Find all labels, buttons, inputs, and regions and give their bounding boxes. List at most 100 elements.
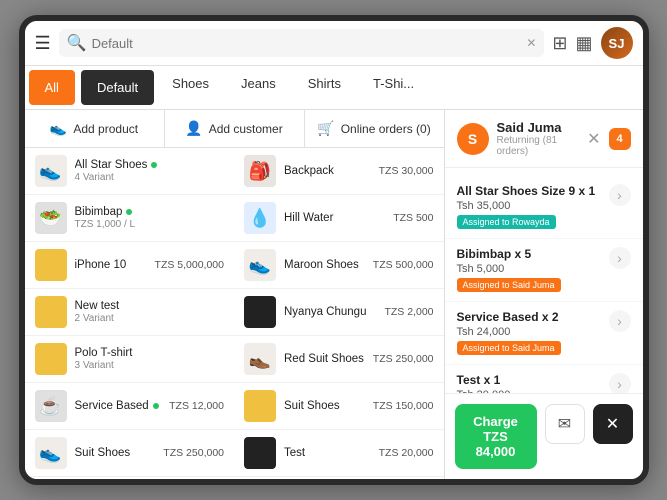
product-name: Hill Water	[284, 212, 385, 224]
product-thumbnail: 🎒	[244, 155, 276, 187]
category-shirts[interactable]: Shirts	[292, 66, 357, 109]
user-avatar[interactable]: SJ	[601, 27, 633, 59]
product-meta: 4 Variant	[75, 172, 225, 183]
item-remove-button[interactable]: ›	[609, 310, 631, 332]
product-item[interactable]: Polo T-shirt 3 Variant	[25, 336, 235, 383]
item-remove-button[interactable]: ›	[609, 373, 631, 393]
search-icon: 🔍	[67, 33, 87, 53]
product-info: Suit Shoes	[75, 447, 156, 459]
product-item[interactable]: 👟 Maroon Shoes TZS 500,000	[234, 242, 444, 289]
product-name: Test	[284, 447, 371, 459]
product-info: Red Suit Shoes	[284, 353, 365, 365]
order-item[interactable]: All Star Shoes Size 9 x 1 Tsh 35,000 Ass…	[445, 176, 643, 239]
product-item[interactable]: 💧 Hill Water TZS 500	[234, 195, 444, 242]
product-name: Suit Shoes	[75, 447, 156, 459]
product-info: Nyanya Chungu	[284, 306, 376, 318]
product-item[interactable]: Test TZS 20,000	[25, 477, 235, 479]
product-info: Test	[284, 447, 371, 459]
product-item[interactable]: 🥗 Bibimbap TZS 1,000 / L	[25, 195, 235, 242]
product-info: Service Based	[75, 400, 162, 412]
product-name: Nyanya Chungu	[284, 306, 376, 318]
product-thumbnail: 👟	[35, 437, 67, 469]
product-meta: 2 Variant	[75, 313, 225, 324]
close-customer-button[interactable]: ✕	[587, 129, 600, 149]
product-info: Hill Water	[284, 212, 385, 224]
order-item-price: Tsh 5,000	[457, 263, 601, 275]
close-icon: ✕	[606, 414, 619, 434]
customer-info: Said Juma Returning (81 orders)	[497, 120, 580, 157]
product-name: All Star Shoes	[75, 159, 225, 171]
category-tshirts[interactable]: T-Shi...	[357, 66, 430, 109]
product-price: TZS 30,000	[379, 165, 434, 177]
category-bar: All Default Shoes Jeans Shirts T-Shi...	[25, 66, 643, 110]
product-price: TZS 12,000	[169, 400, 224, 412]
product-thumbnail	[35, 296, 67, 328]
product-item[interactable]: Test TZS 20,000	[234, 477, 444, 479]
product-item[interactable]: ☕ Service Based TZS 12,000	[25, 383, 235, 430]
product-item[interactable]: iPhone 10 TZS 5,000,000	[25, 242, 235, 289]
grid-icon[interactable]: ⊞	[552, 33, 567, 54]
add-customer-icon: 👤	[185, 120, 202, 137]
product-name: Maroon Shoes	[284, 259, 365, 271]
item-remove-button[interactable]: ›	[609, 184, 631, 206]
order-item-info: Test x 1 Tsh 20,000 Assigned to Said Jum…	[457, 373, 601, 393]
category-jeans[interactable]: Jeans	[225, 66, 292, 109]
product-item[interactable]: New test 2 Variant	[25, 289, 235, 336]
product-thumbnail: 👞	[244, 343, 276, 375]
left-panel: 👟 Add product 👤 Add customer 🛒 Online or…	[25, 110, 445, 479]
order-item-info: All Star Shoes Size 9 x 1 Tsh 35,000 Ass…	[457, 184, 601, 230]
add-customer-button[interactable]: 👤 Add customer	[165, 110, 305, 147]
add-product-label: Add product	[73, 122, 138, 136]
close-order-button[interactable]: ✕	[593, 404, 633, 444]
product-item[interactable]: Nyanya Chungu TZS 2,000	[234, 289, 444, 336]
product-thumbnail: 💧	[244, 202, 276, 234]
charge-button[interactable]: Charge TZS 84,000	[455, 404, 537, 469]
category-all[interactable]: All	[29, 70, 75, 105]
product-price: TZS 250,000	[163, 447, 224, 459]
online-orders-button[interactable]: 🛒 Online orders (0)	[305, 110, 444, 147]
order-item[interactable]: Test x 1 Tsh 20,000 Assigned to Said Jum…	[445, 365, 643, 393]
search-input[interactable]	[92, 36, 522, 51]
order-item-price: Tsh 24,000	[457, 326, 601, 338]
order-item[interactable]: Service Based x 2 Tsh 24,000 Assigned to…	[445, 302, 643, 365]
email-button[interactable]: ✉	[545, 404, 585, 444]
barcode-icon[interactable]: ▦	[575, 33, 592, 54]
add-customer-label: Add customer	[209, 122, 283, 136]
product-price: TZS 500	[393, 212, 433, 224]
customer-avatar: S	[457, 123, 489, 155]
product-info: New test 2 Variant	[75, 300, 225, 324]
clear-icon[interactable]: ✕	[526, 36, 536, 50]
tablet-frame: ☰ 🔍 ✕ ⊞ ▦ SJ All Default Shoes Jeans Shi…	[19, 15, 649, 485]
order-item-info: Bibimbap x 5 Tsh 5,000 Assigned to Said …	[457, 247, 601, 293]
product-info: Backpack	[284, 165, 371, 177]
product-name: New test	[75, 300, 225, 312]
main-content: 👟 Add product 👤 Add customer 🛒 Online or…	[25, 110, 643, 479]
order-item-price: Tsh 35,000	[457, 200, 601, 212]
top-bar: ☰ 🔍 ✕ ⊞ ▦ SJ	[25, 21, 643, 66]
product-item[interactable]: 👞 Red Suit Shoes TZS 250,000	[234, 336, 444, 383]
add-product-icon: 👟	[50, 120, 67, 137]
order-item-name: Service Based x 2	[457, 310, 601, 324]
product-name: Bibimbap	[75, 206, 225, 218]
product-name: iPhone 10	[75, 259, 147, 271]
category-default[interactable]: Default	[81, 70, 154, 105]
order-item-name: All Star Shoes Size 9 x 1	[457, 184, 601, 198]
product-item[interactable]: 👟 All Star Shoes 4 Variant	[25, 148, 235, 195]
product-item[interactable]: Test TZS 20,000	[234, 430, 444, 477]
product-name: Backpack	[284, 165, 371, 177]
hamburger-icon[interactable]: ☰	[35, 33, 51, 54]
product-price: TZS 20,000	[379, 447, 434, 459]
product-item[interactable]: Suit Shoes TZS 150,000	[234, 383, 444, 430]
product-price: TZS 5,000,000	[155, 259, 224, 271]
add-product-button[interactable]: 👟 Add product	[25, 110, 165, 147]
cart-badge: 4	[609, 128, 631, 150]
email-icon: ✉	[558, 414, 571, 434]
product-item[interactable]: 🎒 Backpack TZS 30,000	[234, 148, 444, 195]
product-item[interactable]: 👟 Suit Shoes TZS 250,000	[25, 430, 235, 477]
product-info: Polo T-shirt 3 Variant	[75, 347, 225, 371]
category-shoes[interactable]: Shoes	[156, 66, 225, 109]
item-remove-button[interactable]: ›	[609, 247, 631, 269]
product-price: TZS 250,000	[373, 353, 434, 365]
order-item[interactable]: Bibimbap x 5 Tsh 5,000 Assigned to Said …	[445, 239, 643, 302]
product-price: TZS 2,000	[384, 306, 433, 318]
